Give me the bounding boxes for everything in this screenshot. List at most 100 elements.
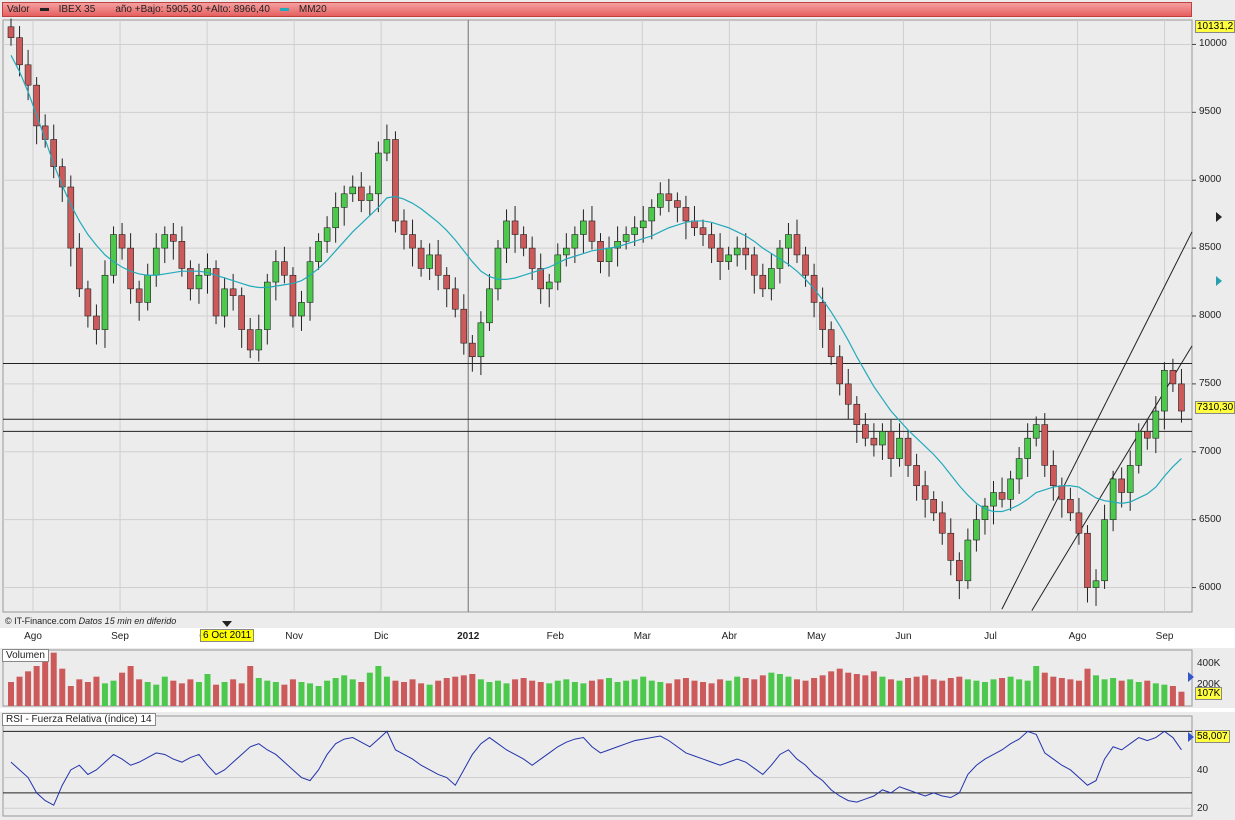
volume-bar [631,679,638,706]
candle-body [563,247,570,256]
volume-bar [1152,683,1159,706]
volume-bar [1110,678,1117,706]
volume-bar [494,680,501,706]
month-label: Mar [633,631,651,642]
rsi-current-tag: 58,007 [1195,730,1230,743]
volume-bar [332,678,339,706]
candle-body [503,220,510,249]
volume-bar [947,678,954,706]
volume-bar [913,676,920,706]
candle-body [1161,370,1168,412]
candle-body [400,220,408,235]
volume-bar [1016,679,1023,706]
volume-bar [341,675,348,706]
candle-body [1084,532,1091,588]
volume-bar [50,652,57,706]
volume-bar [990,679,997,706]
candle-body [289,274,297,317]
volume-bar [802,680,809,706]
volume-bar [281,684,288,706]
candle-body [16,37,23,66]
candle-body [528,247,536,269]
month-label: Ago [1068,631,1087,642]
volume-bar [1101,679,1108,706]
candle-body [1152,410,1160,439]
candle-body [281,261,288,276]
candle-body [921,485,929,500]
volume-bar [307,683,314,706]
candle-body [750,254,758,276]
candle-body [1050,465,1057,487]
volume-bar [264,680,271,706]
volume-bar [1024,680,1031,706]
candle-body [716,247,724,262]
candle-body [545,281,553,290]
volume-bar [742,678,749,706]
volume-bar [298,682,305,706]
volume-bar [768,672,775,706]
candle-body [1007,478,1014,500]
volume-bar [16,676,23,706]
candle-body [853,403,861,425]
volume-panel: Volumen 400K 200K 107K [0,648,1235,708]
volume-bar [964,679,971,706]
volume-bar [1093,675,1100,706]
candle-body [785,234,792,249]
volume-bar [794,679,800,706]
candle-body [827,329,835,358]
candle-body [1118,478,1125,493]
volume-bar [922,675,929,706]
volume-bar [1007,676,1014,706]
volume-bar [776,674,783,706]
chart-header: Valor IBEX 35 año +Bajo: 5905,30 +Alto: … [2,2,1192,17]
candle-body [152,247,160,276]
month-label: Jun [895,631,912,642]
candle-body [246,329,254,351]
volume-bar [67,686,74,706]
time-axis: AgoSepOctNovDic2012FebMarAbrMayJunJulAgo… [0,628,1235,646]
candle-body [1015,458,1023,480]
candle-body [255,329,263,351]
candle-body [964,539,972,582]
price-tick-label: 6500 [1199,513,1222,525]
candle-body [862,424,869,439]
volume-bar [811,678,818,706]
month-label: 2012 [457,631,480,642]
candle-body [605,247,613,262]
volume-bar [477,679,484,706]
price-tick-label: 10000 [1199,38,1227,50]
volume-bar [1084,668,1091,706]
volume-bar [563,679,570,706]
volume-bar [1067,679,1074,706]
candle-body [323,227,331,242]
candle-body [195,274,203,290]
candle-body [674,200,681,208]
rsi-label: RSI - Fuerza Relativa (índice) 14 [2,713,156,726]
range-text: año +Bajo: 5905,30 +Alto: 8966,40 [115,4,270,15]
candle-body [170,234,177,242]
volume-label: Volumen [2,649,49,662]
candle-body [938,512,946,534]
volume-bar [845,672,852,706]
volume-bar [25,671,32,706]
volume-bar [255,678,262,706]
candle-body [7,26,15,38]
month-label: Sep [111,631,129,642]
candle-body [682,207,690,222]
volume-bar [1161,684,1168,706]
volume-bar [785,676,792,706]
volume-bar [999,678,1006,706]
volume-bar [76,679,83,706]
volume-bar [512,679,519,706]
candle-body [639,220,647,229]
date-cursor-arrow-icon[interactable] [222,621,232,627]
candle-body [135,288,143,303]
candle-body [392,139,399,222]
candle-body [896,437,903,459]
candle-body [1075,512,1083,534]
candle-body [76,247,83,290]
candle-body [127,247,134,290]
volume-bar [418,683,425,706]
volume-bar [170,680,177,706]
volume-bar [144,682,151,706]
